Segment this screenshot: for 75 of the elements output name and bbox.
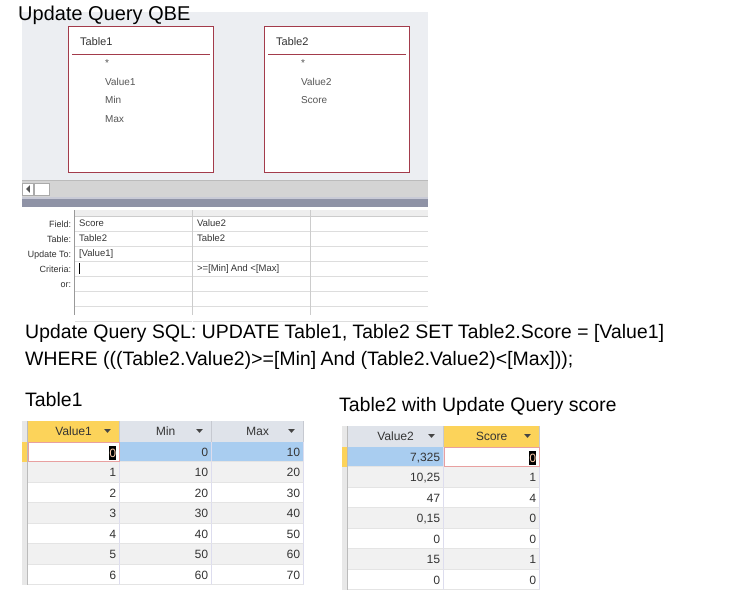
- table-cell[interactable]: 0: [120, 442, 212, 462]
- table-cell[interactable]: 0: [444, 446, 540, 467]
- row-label: Criteria:: [38, 263, 72, 276]
- field-item[interactable]: *: [72, 55, 210, 74]
- select-all-corner[interactable]: [342, 426, 348, 446]
- table-cell[interactable]: 70: [212, 564, 304, 585]
- datasheet-title: Table2 with Update Query score: [339, 394, 616, 418]
- dropdown-icon[interactable]: [196, 429, 203, 434]
- table-cell[interactable]: 6: [28, 564, 120, 585]
- select-all-corner[interactable]: [22, 421, 28, 442]
- column-header[interactable]: Min: [120, 421, 212, 442]
- column-selector[interactable]: [311, 210, 428, 217]
- column-header[interactable]: Max: [212, 421, 304, 442]
- field-item[interactable]: Value2: [268, 74, 406, 92]
- field-list-title[interactable]: Table2: [268, 27, 406, 55]
- field-item[interactable]: Min: [72, 92, 210, 110]
- grid-cell[interactable]: Table2: [75, 232, 192, 247]
- row-selector[interactable]: [342, 446, 348, 467]
- row-label: Update To:: [26, 248, 72, 261]
- table-cell[interactable]: 0: [28, 442, 120, 462]
- grid-cell[interactable]: [Value1]: [75, 247, 192, 262]
- table-cell[interactable]: 10: [120, 462, 212, 482]
- text-cursor: [79, 262, 80, 274]
- field-list-title[interactable]: Table1: [72, 27, 210, 55]
- row-label: Table:: [46, 233, 72, 246]
- table-cell[interactable]: 10,25: [348, 467, 444, 488]
- scrollbar[interactable]: [22, 180, 428, 197]
- table-cell[interactable]: 0: [444, 508, 540, 528]
- column-header[interactable]: Score: [444, 426, 540, 446]
- field-item[interactable]: Max: [72, 110, 210, 129]
- table-cell[interactable]: 50: [120, 544, 212, 564]
- dropdown-icon[interactable]: [428, 434, 435, 438]
- table-cell[interactable]: 60: [212, 544, 304, 564]
- scroll-left-icon[interactable]: [22, 182, 34, 196]
- field-item[interactable]: Value1: [72, 74, 210, 92]
- row-label: Field:: [48, 218, 72, 231]
- column-header[interactable]: Value1: [28, 421, 120, 442]
- field-item[interactable]: *: [268, 55, 406, 74]
- scroll-thumb[interactable]: [34, 182, 50, 196]
- table-cell[interactable]: 3: [28, 503, 120, 524]
- dropdown-icon[interactable]: [288, 429, 295, 434]
- table-cell[interactable]: 1: [444, 467, 540, 488]
- row-selector[interactable]: [22, 462, 28, 482]
- datasheet-title: Table1: [25, 389, 84, 413]
- row-selector[interactable]: [22, 442, 28, 462]
- table-cell[interactable]: 30: [120, 503, 212, 524]
- table-cell[interactable]: 10: [212, 442, 304, 462]
- table-cell[interactable]: 7,325: [348, 446, 444, 467]
- table-cell[interactable]: 0: [444, 570, 540, 590]
- table-cell[interactable]: 20: [212, 462, 304, 482]
- grid-cell[interactable]: >=[Min] And <[Max]: [193, 262, 310, 277]
- grid-cell[interactable]: Value2: [193, 217, 310, 232]
- field-item[interactable]: Score: [268, 92, 406, 110]
- dropdown-icon[interactable]: [104, 429, 111, 434]
- grid-cell[interactable]: [75, 262, 192, 277]
- row-label: or:: [59, 278, 72, 291]
- column-selector[interactable]: [193, 210, 310, 217]
- sql-text: Update Query SQL: UPDATE Table1, Table2 SET Table2.Score = [Value1] WHERE (((Table2.Value2)>=[Min] And (Table2.Value2)<[Max]));: [25, 320, 665, 372]
- table-cell[interactable]: 1: [444, 549, 540, 570]
- row-selector[interactable]: [342, 570, 348, 590]
- dropdown-icon[interactable]: [524, 434, 531, 438]
- qbe-title: Update Query QBE: [18, 2, 190, 26]
- table-cell[interactable]: 15: [348, 549, 444, 570]
- table-cell[interactable]: 40: [212, 503, 304, 524]
- grid-cell[interactable]: Score: [75, 217, 192, 232]
- table-cell[interactable]: 60: [120, 564, 212, 585]
- table-cell[interactable]: 5: [28, 544, 120, 564]
- grid-cell[interactable]: Table2: [193, 232, 310, 247]
- column-selector[interactable]: [75, 210, 192, 217]
- table-cell[interactable]: 0: [348, 570, 444, 590]
- row-selector[interactable]: [342, 467, 348, 488]
- row-selector[interactable]: [22, 564, 28, 585]
- column-header[interactable]: Value2: [348, 426, 444, 446]
- table-cell[interactable]: 0,15: [348, 508, 444, 528]
- table-cell[interactable]: 1: [28, 462, 120, 482]
